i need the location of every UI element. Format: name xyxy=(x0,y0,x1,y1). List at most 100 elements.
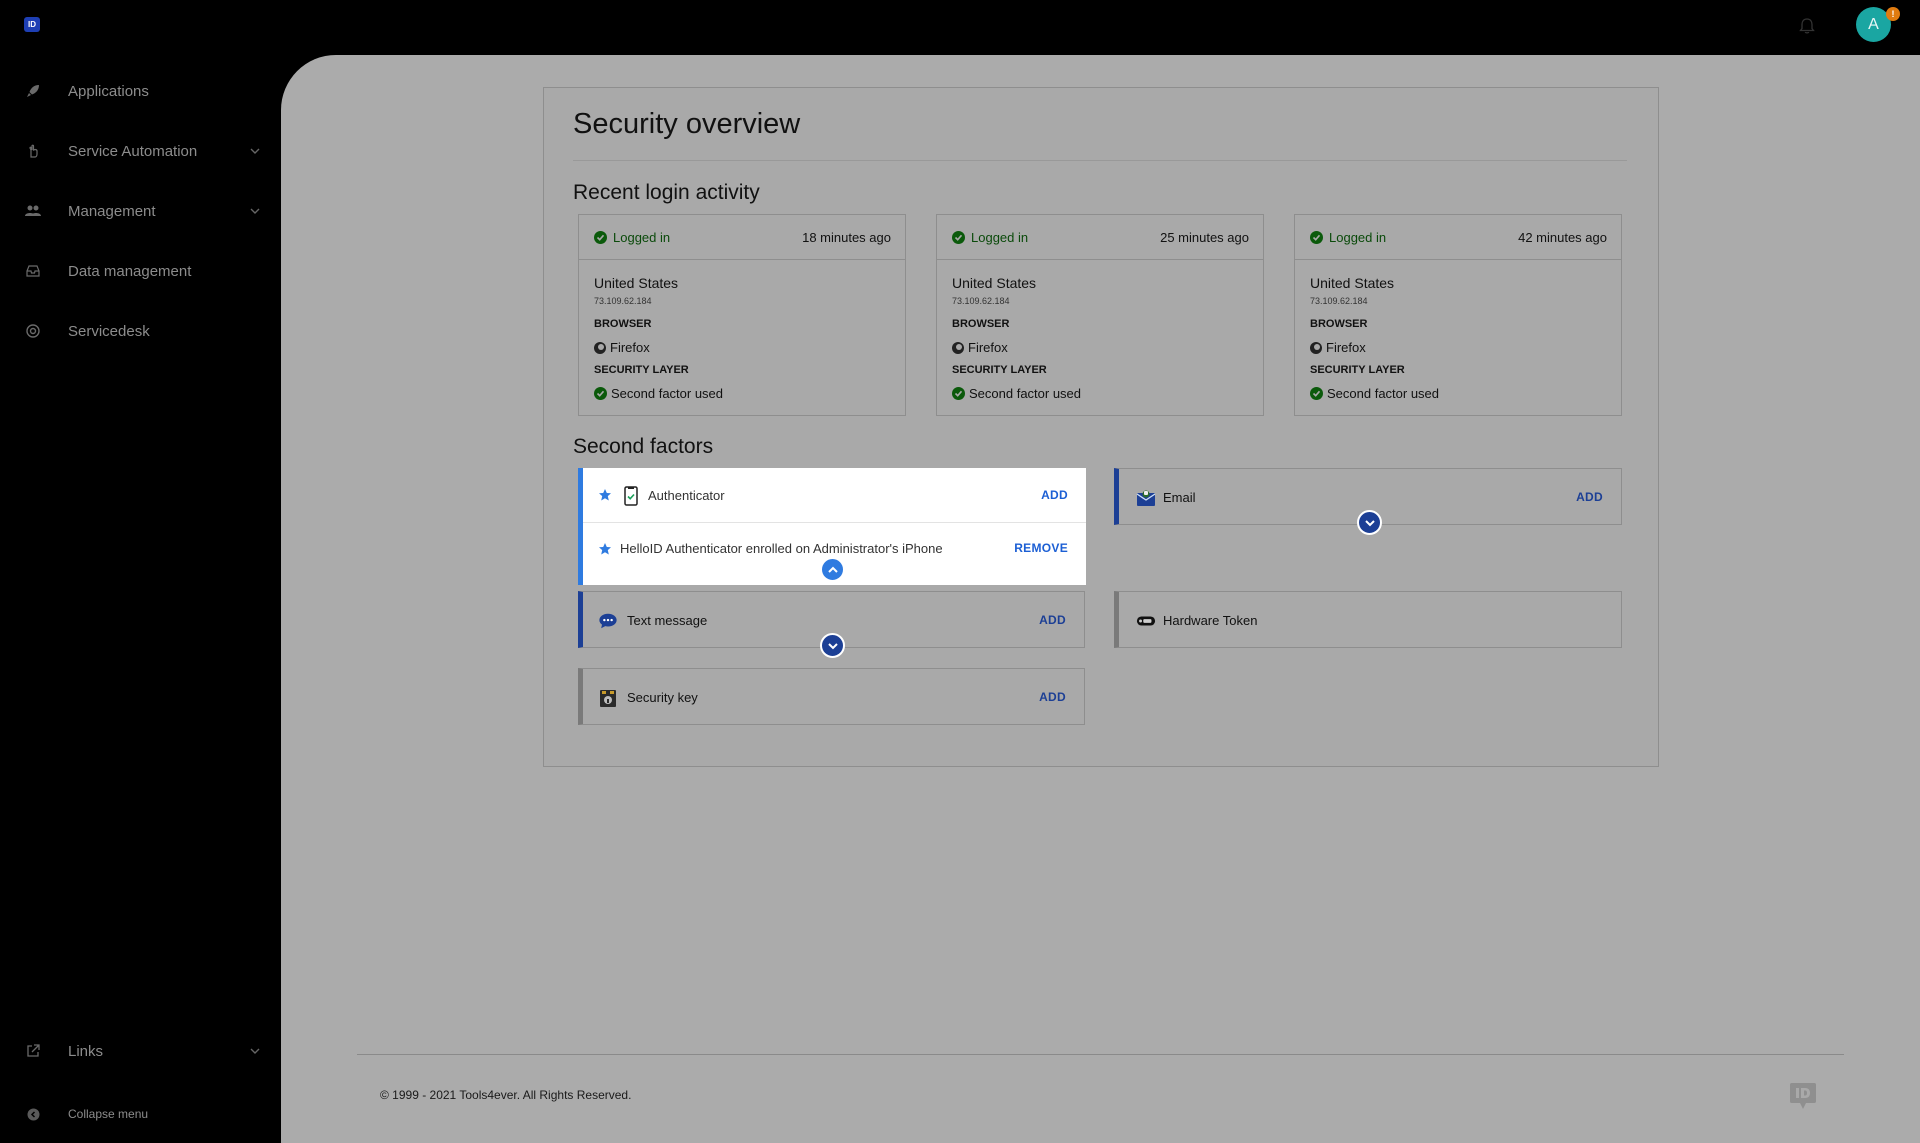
login-status-text: Logged in xyxy=(1329,230,1387,245)
login-card-header: Logged in 18 minutes ago xyxy=(579,215,905,260)
remove-authenticator-button[interactable]: REMOVE xyxy=(1014,541,1068,555)
email-icon xyxy=(1136,488,1156,508)
second-factors-title: Second factors xyxy=(573,435,714,458)
hardware-token-icon xyxy=(1136,611,1156,631)
factor-label: Email xyxy=(1163,490,1196,505)
chevron-down-icon xyxy=(250,148,260,154)
login-status: Logged in xyxy=(594,230,670,245)
browser-label: BROWSER xyxy=(1310,318,1368,330)
sidebar-item-label: Management xyxy=(68,202,156,220)
login-time: 18 minutes ago xyxy=(802,230,891,245)
copyright-text: © 1999 - 2021 Tools4ever. All Rights Res… xyxy=(380,1088,632,1102)
browser-value: Firefox xyxy=(1310,340,1366,355)
login-card-header: Logged in 42 minutes ago xyxy=(1295,215,1621,260)
browser-label: BROWSER xyxy=(594,318,652,330)
chevron-down-icon xyxy=(827,642,838,649)
browser-value: Firefox xyxy=(952,340,1008,355)
factor-label: Authenticator xyxy=(648,488,725,503)
add-security-key-button[interactable]: ADD xyxy=(1039,690,1066,704)
sidebar-item-data-management[interactable]: Data management xyxy=(0,251,280,291)
login-country: United States xyxy=(1310,275,1395,291)
check-circle-icon xyxy=(952,231,965,244)
avatar-alert-badge: ! xyxy=(1886,7,1900,21)
hardware-token-factor-row[interactable]: Hardware Token xyxy=(1114,591,1622,648)
page-title: Security overview xyxy=(573,108,801,140)
add-email-button[interactable]: ADD xyxy=(1576,490,1603,504)
browser-name: Firefox xyxy=(968,340,1008,355)
inbox-icon xyxy=(25,263,41,279)
security-layer-label: SECURITY LAYER xyxy=(952,364,1047,376)
login-status-text: Logged in xyxy=(971,230,1029,245)
authenticator-phone-icon xyxy=(624,486,638,506)
firefox-icon xyxy=(952,341,964,354)
hand-icon xyxy=(25,143,41,159)
sidebar-item-label: Applications xyxy=(68,82,149,100)
check-circle-icon xyxy=(594,231,607,244)
sidebar-item-label: Service Automation xyxy=(68,142,198,160)
add-authenticator-button[interactable]: ADD xyxy=(1041,488,1068,502)
sidebar-item-label: Data management xyxy=(68,262,192,280)
sidebar-item-applications[interactable]: Applications xyxy=(0,71,280,111)
sidebar-item-management[interactable]: Management xyxy=(0,191,280,231)
sidebar-item-servicedesk[interactable]: Servicedesk xyxy=(0,311,280,351)
collapse-menu-button[interactable]: Collapse menu xyxy=(0,1094,280,1134)
collapse-toggle[interactable] xyxy=(820,557,845,582)
login-status: Logged in xyxy=(952,230,1028,245)
expand-toggle[interactable] xyxy=(820,633,845,658)
login-ip: 73.109.62.184 xyxy=(952,296,1010,306)
login-status-text: Logged in xyxy=(613,230,671,245)
security-layer-label: SECURITY LAYER xyxy=(1310,364,1405,376)
expand-toggle[interactable] xyxy=(1357,510,1382,535)
check-circle-icon xyxy=(594,387,607,400)
login-country: United States xyxy=(952,275,1037,291)
factor-label: Text message xyxy=(627,613,708,628)
recent-login-title: Recent login activity xyxy=(573,181,760,204)
sidebar-item-links[interactable]: Links xyxy=(0,1031,280,1071)
login-country: United States xyxy=(594,275,679,291)
chevron-down-icon xyxy=(250,1048,260,1054)
security-layer-text: Second factor used xyxy=(969,386,1082,401)
login-ip: 73.109.62.184 xyxy=(1310,296,1368,306)
collapse-menu-label: Collapse menu xyxy=(68,1107,149,1121)
security-layer-value: Second factor used xyxy=(952,386,1081,401)
users-icon xyxy=(25,203,41,219)
sidebar-item-label: Servicedesk xyxy=(68,322,150,340)
helloid-logo[interactable]: ID xyxy=(24,17,40,32)
check-circle-icon xyxy=(952,387,965,400)
browser-label: BROWSER xyxy=(952,318,1010,330)
security-layer-label: SECURITY LAYER xyxy=(594,364,689,376)
browser-name: Firefox xyxy=(610,340,650,355)
star-icon[interactable] xyxy=(598,542,612,556)
star-icon xyxy=(599,489,611,501)
factor-label: Security key xyxy=(627,690,698,705)
check-circle-icon xyxy=(1310,387,1323,400)
footer-divider xyxy=(357,1054,1844,1055)
notification-bell-icon[interactable] xyxy=(1797,16,1817,36)
authenticator-factor-row[interactable]: Authenticator ADD xyxy=(583,468,1086,523)
top-bar: ID A ! xyxy=(0,0,1920,55)
collapse-arrow-icon xyxy=(25,1106,41,1122)
login-time: 42 minutes ago xyxy=(1518,230,1607,245)
login-activity-card: Logged in 18 minutes ago United States 7… xyxy=(578,214,906,416)
external-link-icon xyxy=(25,1043,41,1059)
login-status: Logged in xyxy=(1310,230,1386,245)
sidebar-item-label: Links xyxy=(68,1042,104,1060)
chevron-down-icon xyxy=(1364,519,1375,526)
firefox-icon xyxy=(594,341,606,354)
security-layer-value: Second factor used xyxy=(1310,386,1439,401)
sidebar: Applications Service Automation Manageme… xyxy=(0,55,280,1143)
login-time: 25 minutes ago xyxy=(1160,230,1249,245)
chat-bubble-icon xyxy=(598,611,618,631)
enrolled-device-label: HelloID Authenticator enrolled on Admini… xyxy=(620,541,943,556)
security-layer-value: Second factor used xyxy=(594,386,723,401)
chevron-up-icon xyxy=(827,566,838,573)
add-text-message-button[interactable]: ADD xyxy=(1039,613,1066,627)
browser-name: Firefox xyxy=(1326,340,1366,355)
login-ip: 73.109.62.184 xyxy=(594,296,652,306)
login-card-header: Logged in 25 minutes ago xyxy=(937,215,1263,260)
security-layer-text: Second factor used xyxy=(611,386,724,401)
divider xyxy=(573,160,1627,161)
login-activity-card: Logged in 42 minutes ago United States 7… xyxy=(1294,214,1622,416)
sidebar-item-service-automation[interactable]: Service Automation xyxy=(0,131,280,171)
security-key-factor-row[interactable]: Security key ADD xyxy=(578,668,1085,725)
